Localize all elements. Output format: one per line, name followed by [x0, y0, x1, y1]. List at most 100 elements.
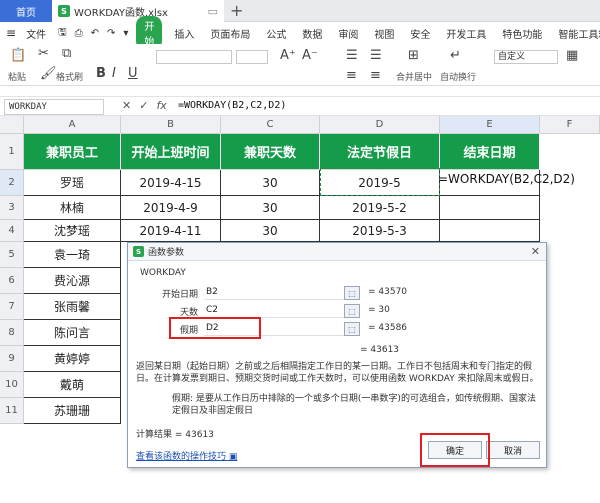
font-size-select[interactable] — [236, 50, 268, 64]
header-cell-start-date[interactable]: 开始上班时间 — [121, 134, 221, 170]
row-header-9[interactable]: 9 — [0, 346, 24, 372]
table-cell[interactable]: 罗瑶 — [24, 170, 121, 196]
header-cell-days[interactable]: 兼职天数 — [221, 134, 320, 170]
menu-icon[interactable]: ≡ — [6, 26, 16, 40]
menu-page-layout[interactable]: 页面布局 — [202, 26, 258, 41]
table-cell[interactable]: 苏珊珊 — [24, 398, 121, 424]
underline-icon[interactable]: U — [128, 66, 138, 81]
redo-icon[interactable]: ↷ — [103, 28, 119, 39]
column-header-e[interactable]: E — [440, 116, 540, 134]
row-header-8[interactable]: 8 — [0, 320, 24, 346]
menu-formulas[interactable]: 公式 — [258, 26, 294, 41]
format-painter-icon[interactable]: 🖌 — [40, 66, 57, 81]
close-icon[interactable]: ✕ — [531, 245, 540, 258]
merge-center-icon[interactable]: ⊞ — [408, 48, 419, 63]
name-box[interactable]: WORKDAY — [4, 99, 104, 115]
table-cell[interactable]: 30 — [221, 170, 320, 196]
table-style-icon[interactable]: ▦ — [566, 48, 578, 63]
header-cell-holidays[interactable]: 法定节假日 — [320, 134, 440, 170]
paste-icon[interactable]: 📋 — [10, 48, 26, 63]
help-link-label[interactable]: 查看该函数的操作技巧 — [136, 452, 226, 462]
row-header-5[interactable]: 5 — [0, 242, 24, 268]
tab-home[interactable]: 首页 — [0, 0, 52, 22]
undo-icon[interactable]: ↶ — [87, 28, 103, 39]
monitor-icon[interactable]: ▭ — [208, 5, 218, 18]
table-cell[interactable]: 张雨馨 — [24, 294, 121, 320]
menu-review[interactable]: 审阅 — [330, 26, 366, 41]
table-cell[interactable]: 2019-4-9 — [121, 196, 221, 220]
format-painter-label[interactable]: 格式刷 — [56, 70, 83, 83]
help-link[interactable]: 查看该函数的操作技巧 ▣ — [136, 449, 237, 462]
table-cell[interactable] — [440, 196, 540, 220]
table-cell[interactable]: 2019-4-15 — [121, 170, 221, 196]
table-cell[interactable]: 戴萌 — [24, 372, 121, 398]
more-icon[interactable]: ▾ — [119, 28, 132, 39]
menu-security[interactable]: 安全 — [402, 26, 438, 41]
table-cell[interactable]: 30 — [221, 196, 320, 220]
cancel-icon[interactable]: ✕ — [122, 99, 131, 112]
column-header-c[interactable]: C — [221, 116, 320, 134]
font-family-select[interactable] — [156, 50, 232, 64]
increase-font-icon[interactable]: A⁺ — [280, 48, 296, 63]
fx-icon[interactable]: fx — [156, 99, 166, 112]
number-format-select[interactable]: 自定义 — [494, 50, 558, 64]
paste-label[interactable]: 粘贴 — [8, 70, 26, 83]
menu-data[interactable]: 数据 — [294, 26, 330, 41]
formula-input[interactable]: =WORKDAY(B2,C2,D2) — [178, 99, 286, 113]
column-header-a[interactable]: A — [24, 116, 121, 134]
merge-center-label[interactable]: 合并居中 — [396, 70, 432, 83]
select-all-corner[interactable] — [0, 116, 24, 134]
table-cell[interactable]: 费沁源 — [24, 268, 121, 294]
table-cell[interactable]: 沈梦瑶 — [24, 220, 121, 242]
row-header-3[interactable]: 3 — [0, 196, 24, 220]
column-header-b[interactable]: B — [121, 116, 221, 134]
menu-smart-tools[interactable]: 智能工具箱 — [550, 26, 600, 41]
column-header-f[interactable]: F — [540, 116, 600, 134]
table-cell[interactable]: 林楠 — [24, 196, 121, 220]
cut-icon[interactable]: ✂ — [38, 46, 49, 61]
table-cell[interactable]: 袁一琦 — [24, 242, 121, 268]
copy-icon[interactable]: ⧉ — [62, 46, 71, 61]
row-header-7[interactable]: 7 — [0, 294, 24, 320]
table-cell[interactable]: 2019-5-2 — [320, 196, 440, 220]
range-select-icon[interactable]: ⬚ — [344, 322, 360, 336]
arg-input-days[interactable]: C2 — [204, 304, 344, 318]
row-header-11[interactable]: 11 — [0, 398, 24, 424]
table-cell[interactable]: 30 — [221, 220, 320, 242]
row-header-2[interactable]: 2 — [0, 170, 24, 196]
align-center-icon[interactable]: ≡ — [370, 68, 381, 83]
range-select-icon[interactable]: ⬚ — [344, 286, 360, 300]
add-tab-icon[interactable]: + — [230, 1, 243, 20]
align-top-icon[interactable]: ☰ — [346, 48, 358, 63]
column-header-d[interactable]: D — [320, 116, 440, 134]
tips-icon[interactable]: ▣ — [229, 452, 238, 462]
row-header-10[interactable]: 10 — [0, 372, 24, 398]
table-cell[interactable]: 2019-5-3 — [320, 220, 440, 242]
print-icon[interactable]: ⎙ — [71, 28, 87, 39]
table-cell[interactable]: 陈问言 — [24, 320, 121, 346]
decrease-font-icon[interactable]: A⁻ — [302, 48, 318, 63]
menu-features[interactable]: 特色功能 — [494, 26, 550, 41]
table-cell[interactable]: 2019-4-11 — [121, 220, 221, 242]
cancel-button[interactable]: 取消 — [486, 441, 540, 459]
row-header-6[interactable]: 6 — [0, 268, 24, 294]
bold-icon[interactable]: B — [96, 66, 106, 81]
wrap-text-icon[interactable]: ↵ — [450, 48, 461, 63]
header-cell-end-date[interactable]: 结束日期 — [440, 134, 540, 170]
confirm-icon[interactable]: ✓ — [139, 99, 148, 112]
arg-input-start-date[interactable]: B2 — [204, 286, 344, 300]
dialog-titlebar[interactable]: S 函数参数 ✕ — [128, 243, 546, 261]
align-middle-icon[interactable]: ☰ — [370, 48, 382, 63]
table-cell[interactable] — [440, 220, 540, 242]
menu-developer[interactable]: 开发工具 — [438, 26, 494, 41]
save-icon[interactable]: 🖫 — [54, 25, 71, 42]
header-cell-employee[interactable]: 兼职员工 — [24, 134, 121, 170]
menu-file[interactable]: 文件 — [18, 26, 54, 41]
row-header-4[interactable]: 4 — [0, 220, 24, 242]
italic-icon[interactable]: I — [112, 66, 116, 81]
align-left-icon[interactable]: ≡ — [346, 68, 357, 83]
table-cell[interactable]: 黄婷婷 — [24, 346, 121, 372]
menu-insert[interactable]: 插入 — [166, 26, 202, 41]
menu-view[interactable]: 视图 — [366, 26, 402, 41]
range-select-icon[interactable]: ⬚ — [344, 304, 360, 318]
